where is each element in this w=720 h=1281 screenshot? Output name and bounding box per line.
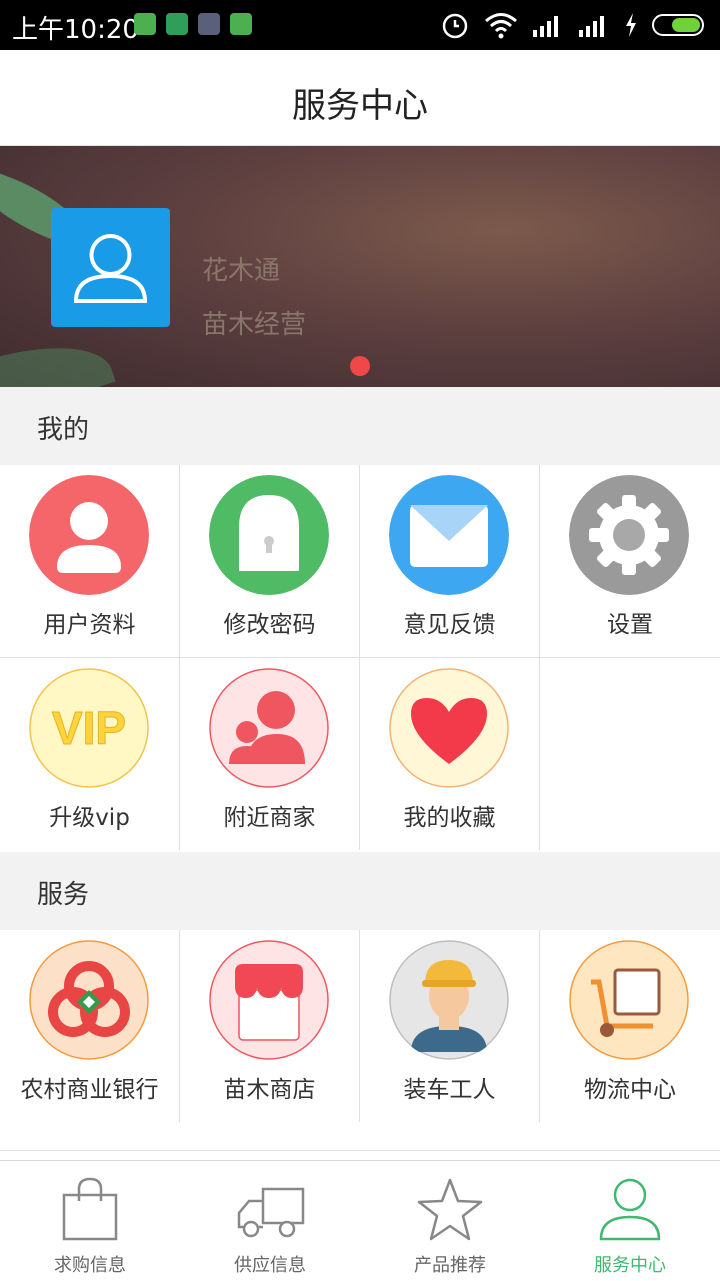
person-icon	[599, 1178, 661, 1241]
user-icon	[29, 475, 149, 595]
signal-icon	[579, 16, 604, 37]
tab-label: 供应信息	[234, 1255, 306, 1276]
grid-item-label: 装车工人	[403, 1077, 496, 1103]
app-notification-icon	[134, 13, 156, 35]
service-row-1: 农村商业银行 苗木商店 装车工人 物流中心	[0, 930, 720, 1122]
system-icons	[440, 10, 708, 40]
page-title: 服务中心	[292, 86, 428, 126]
banner[interactable]: 花木通 苗木经营	[0, 146, 720, 387]
divider	[0, 1150, 720, 1151]
grid-item-upgrade-vip[interactable]: VIP 升级vip	[0, 658, 180, 850]
mine-row-2: VIP 升级vip 附近商家 我的收藏	[0, 658, 720, 850]
notification-icons	[134, 13, 252, 35]
grid-item-logistics-center[interactable]: 物流中心	[540, 930, 720, 1122]
tab-label: 求购信息	[54, 1255, 126, 1276]
tab-label: 服务中心	[594, 1255, 666, 1276]
grid-item-label: 设置	[607, 612, 653, 638]
bank-icon	[29, 940, 149, 1060]
shield-notification-icon	[166, 13, 188, 35]
leaf-decoration	[0, 324, 116, 387]
section-title: 我的	[37, 415, 90, 445]
grid-item-loading-worker[interactable]: 装车工人	[360, 930, 540, 1122]
banner-title: 花木通	[202, 256, 281, 286]
status-time: 上午10:20	[12, 15, 139, 45]
battery-icon	[652, 14, 704, 36]
logistics-icon	[569, 940, 689, 1060]
grid-item-label: 苗木商店	[223, 1077, 316, 1103]
status-bar: 上午10:20	[0, 0, 720, 50]
app-notification-icon	[230, 13, 252, 35]
grid-item-label: 我的收藏	[403, 805, 496, 831]
mail-icon	[389, 475, 509, 595]
gear-icon	[569, 475, 689, 595]
avatar[interactable]	[51, 208, 170, 327]
carousel-indicator[interactable]	[350, 356, 370, 376]
tab-product-recommend[interactable]: 产品推荐	[360, 1161, 540, 1281]
section-title: 服务	[37, 880, 90, 910]
grid-item-label: 农村商业银行	[20, 1077, 159, 1103]
grid-item-feedback[interactable]: 意见反馈	[360, 465, 540, 657]
tab-service-center[interactable]: 服务中心	[540, 1161, 720, 1281]
shop-icon	[209, 940, 329, 1060]
grid-empty-cell	[540, 658, 720, 850]
grid-item-label: 修改密码	[223, 612, 316, 638]
svg-text:VIP: VIP	[52, 702, 126, 754]
user-avatar-icon	[73, 234, 148, 303]
grid-item-settings[interactable]: 设置	[540, 465, 720, 657]
mine-row-1: 用户资料 修改密码 意见反馈 设置	[0, 465, 720, 657]
charging-icon	[626, 13, 636, 37]
grid-item-label: 升级vip	[49, 805, 130, 831]
tab-label: 产品推荐	[414, 1255, 486, 1276]
worker-icon	[389, 940, 509, 1060]
star-icon	[417, 1178, 483, 1241]
people-icon	[209, 668, 329, 788]
grid-item-nursery-shop[interactable]: 苗木商店	[180, 930, 360, 1122]
grid-item-label: 用户资料	[43, 612, 136, 638]
section-header-mine: 我的	[0, 387, 720, 465]
truck-icon	[237, 1187, 305, 1238]
bottom-tab-bar: 求购信息 供应信息 产品推荐 服务中心	[0, 1160, 720, 1280]
grid-item-my-favorites[interactable]: 我的收藏	[360, 658, 540, 850]
grid-item-change-password[interactable]: 修改密码	[180, 465, 360, 657]
grid-item-rural-bank[interactable]: 农村商业银行	[0, 930, 180, 1122]
tab-supply-info[interactable]: 供应信息	[180, 1161, 360, 1281]
grid-item-label: 物流中心	[584, 1077, 676, 1103]
tool-notification-icon	[198, 13, 220, 35]
wifi-icon	[485, 13, 517, 39]
alarm-icon	[442, 13, 468, 39]
vip-icon: VIP	[29, 668, 149, 788]
banner-subtitle: 苗木经营	[202, 310, 307, 340]
grid-item-user-profile[interactable]: 用户资料	[0, 465, 180, 657]
tab-purchase-info[interactable]: 求购信息	[0, 1161, 180, 1281]
lock-icon	[209, 475, 329, 595]
title-bar: 服务中心	[0, 50, 720, 146]
grid-item-label: 附近商家	[223, 805, 316, 831]
grid-item-label: 意见反馈	[403, 612, 496, 638]
signal-icon	[533, 16, 558, 37]
heart-icon	[389, 668, 509, 788]
bag-icon	[62, 1177, 118, 1241]
grid-item-nearby-merchants[interactable]: 附近商家	[180, 658, 360, 850]
section-header-service: 服务	[0, 852, 720, 930]
